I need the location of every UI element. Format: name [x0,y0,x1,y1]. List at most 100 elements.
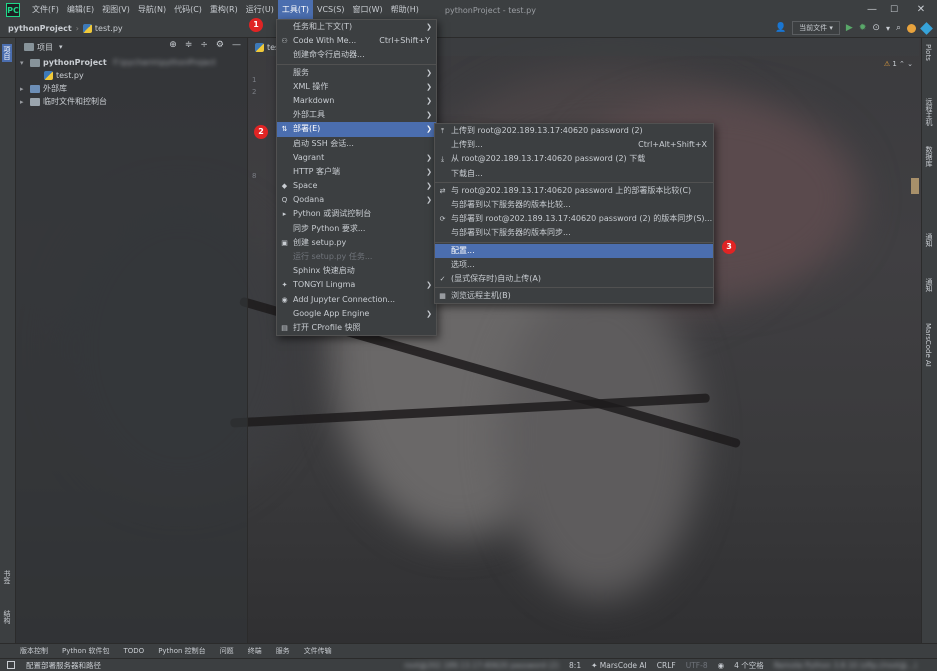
tools_menu-item-10[interactable]: Vagrant ❯ [277,151,436,165]
tools_menu-item-20[interactable]: ◉ Add Jupyter Connection... [277,293,436,307]
status-interpreter[interactable]: Remote Python 3.8.10 (sftp://root@...) [774,661,917,670]
update-icon[interactable] [907,23,916,33]
deploy_menu-item-0[interactable]: ⤒ 上传到 root@202.189.13.17:40620 password (… [435,124,713,138]
tools_menu-item-5[interactable]: XML 操作 ❯ [277,80,436,94]
project-tool-tab[interactable]: 项目 [2,44,12,62]
tools_menu-item-19[interactable]: ✦ TONGYI Lingma ❯ [277,278,436,292]
tools_menu-item-12[interactable]: ◆ Space ❯ [277,179,436,193]
tools_menu-item-4[interactable]: 服务 ❯ [277,66,436,80]
menu-9[interactable]: 窗口(W) [348,0,386,20]
gear-icon[interactable]: ⚙ [216,40,224,50]
breadcrumb-file[interactable]: test.py [95,24,123,33]
menu-1[interactable]: 编辑(E) [63,0,98,20]
bottom-tool-tab-1[interactable]: Python 软件包 [62,646,110,656]
status-position[interactable]: 8:1 [569,661,581,670]
notifications-tool-tab[interactable]: 通知 [924,233,934,247]
menu-5[interactable]: 重构(R) [206,0,242,20]
menu-8[interactable]: VCS(S) [313,0,348,20]
tools_menu-item-0[interactable]: 任务和上下文(T) ❯ [277,20,436,34]
deploy_menu-item-2[interactable]: ⤓ 从 root@202.189.13.17:40620 password (2)… [435,152,713,166]
deploy_menu-item-6[interactable]: 与部署到以下服务器的版本比较... [435,198,713,212]
tree-row-external-libs[interactable]: ▸ 外部库 [16,82,247,95]
status-toggle-icon[interactable] [7,661,15,669]
tools_menu-item-8[interactable]: ⇅ 部署(E) ❯ [277,122,436,137]
chevron-right-icon: ❯ [426,309,432,318]
bottom-tool-tab-2[interactable]: TODO [124,647,145,655]
sciview-tool-tab[interactable]: 通知 [924,278,934,292]
tools_menu-item-15[interactable]: 同步 Python 要求... [277,222,436,236]
deploy_menu-item-11[interactable]: 选项... [435,258,713,272]
plots-tool-tab[interactable]: Plots [924,44,932,61]
tools_menu-item-9[interactable]: 启动 SSH 会话... [277,137,436,151]
bottom-tool-tab-6[interactable]: 服务 [276,646,290,656]
inspection-widget[interactable]: ⚠ 1 ⌃ ⌄ [884,60,913,68]
tools_menu-item-7[interactable]: 外部工具 ❯ [277,108,436,122]
database-tool-tab[interactable]: 数据库 [924,146,934,167]
remote-host-tool-tab[interactable]: 远程主机 [924,98,934,126]
status-marscode[interactable]: ✦ MarsCode AI [591,661,647,670]
locate-icon[interactable]: ⊕ [169,40,177,50]
tree-row-project[interactable]: ▾ pythonProject F:\pycharm\pythonProject [16,56,247,69]
run-config-selector[interactable]: 当前文件 ▾ [792,21,840,35]
tools_menu-item-6[interactable]: Markdown ❯ [277,94,436,108]
tools_menu-item-17[interactable]: 运行 setup.py 任务... [277,250,436,264]
tools_menu-item-11[interactable]: HTTP 客户端 ❯ [277,165,436,179]
marscode-tool-tab[interactable]: MarsCode AI [924,323,932,367]
menu-4[interactable]: 代码(C) [170,0,206,20]
debug-icon[interactable]: ✹ [859,23,867,33]
menu-7[interactable]: 工具(T) [277,0,313,20]
deploy_menu-item-12[interactable]: ✓ (显式保存时)自动上传(A) [435,272,713,286]
deploy_menu-item-14[interactable]: ▦ 浏览远程主机(B) [435,289,713,303]
more-run-icon[interactable]: ▾ [886,24,890,33]
bottom-tool-tab-0[interactable]: 版本控制 [20,646,48,656]
deploy_menu-item-1[interactable]: 上传到... Ctrl+Alt+Shift+X [435,138,713,152]
bottom-tool-tab-5[interactable]: 终端 [248,646,262,656]
hide-icon[interactable]: — [232,40,241,50]
scrollbar-thumb[interactable] [911,178,919,194]
breadcrumb-project[interactable]: pythonProject [8,24,72,33]
tools_menu-item-14[interactable]: ▸ Python 或调试控制台 [277,207,436,221]
tools_menu-item-13[interactable]: Q Qodana ❯ [277,193,436,207]
tree-row-scratches[interactable]: ▸ 临时文件和控制台 [16,95,247,108]
structure-tool-tab[interactable]: 结构 [2,610,12,624]
chevron-down-icon[interactable]: ▾ [59,43,63,51]
deploy_menu-item-8[interactable]: 与部署到以下服务器的版本同步... [435,226,713,240]
chevron-right-icon[interactable]: ▸ [20,96,30,109]
project-panel-title[interactable]: 项目 [37,42,53,53]
tools_menu-item-16[interactable]: ▣ 创建 setup.py [277,236,436,250]
tree-row-file[interactable]: test.py [16,69,247,82]
deploy_menu-item-10[interactable]: 配置... [435,243,713,258]
bottom-tool-tab-3[interactable]: Python 控制台 [158,646,206,656]
status-remote-server[interactable]: root@202.189.13.17:40620 password (2) [404,661,559,670]
menu-2[interactable]: 视图(V) [98,0,134,20]
breadcrumb-separator: › [75,24,79,33]
deploy_menu-item-3[interactable]: 下载自... [435,167,713,181]
user-icon[interactable]: 👤 [775,23,786,33]
status-line-ending[interactable]: CRLF [657,661,676,670]
bottom-tool-tab-4[interactable]: 问题 [220,646,234,656]
menu-0[interactable]: 文件(F) [28,0,63,20]
tools_menu-item-21[interactable]: Google App Engine ❯ [277,307,436,321]
bookmarks-tool-tab[interactable]: 书签 [2,570,12,584]
deploy_menu-item-7[interactable]: ⟳ 与部署到 root@202.189.13.17:40620 password … [435,212,713,226]
close-button[interactable]: ✕ [908,0,934,20]
tools_menu-item-2[interactable]: 创建命令行启动器... [277,48,436,62]
status-encoding[interactable]: UTF-8 [686,661,708,670]
menu-3[interactable]: 导航(N) [134,0,170,20]
maximize-button[interactable]: ☐ [881,0,907,20]
search-everywhere-icon[interactable]: ⌕ [896,23,901,33]
tools_menu-item-18[interactable]: Sphinx 快速启动 [277,264,436,278]
deploy_menu-item-5[interactable]: ⇄ 与 root@202.189.13.17:40620 password 上的部… [435,184,713,198]
coverage-icon[interactable]: ⊙ [872,23,880,33]
collapse-all-icon[interactable]: ÷ [200,40,208,50]
menu-10[interactable]: 帮助(H) [387,0,423,20]
status-indent[interactable]: 4 个空格 [734,660,764,671]
menu-6[interactable]: 运行(U) [242,0,278,20]
run-icon[interactable]: ▶ [846,23,853,33]
tools_menu-item-22[interactable]: ▤ 打开 CProfile 快照 [277,321,436,335]
tongyi-icon[interactable] [920,21,933,35]
eye-icon[interactable]: ◉ [718,661,725,670]
expand-all-icon[interactable]: ≑ [185,40,193,50]
bottom-tool-tab-7[interactable]: 文件传输 [304,646,332,656]
tools_menu-item-1[interactable]: ⚇ Code With Me... Ctrl+Shift+Y [277,34,436,48]
